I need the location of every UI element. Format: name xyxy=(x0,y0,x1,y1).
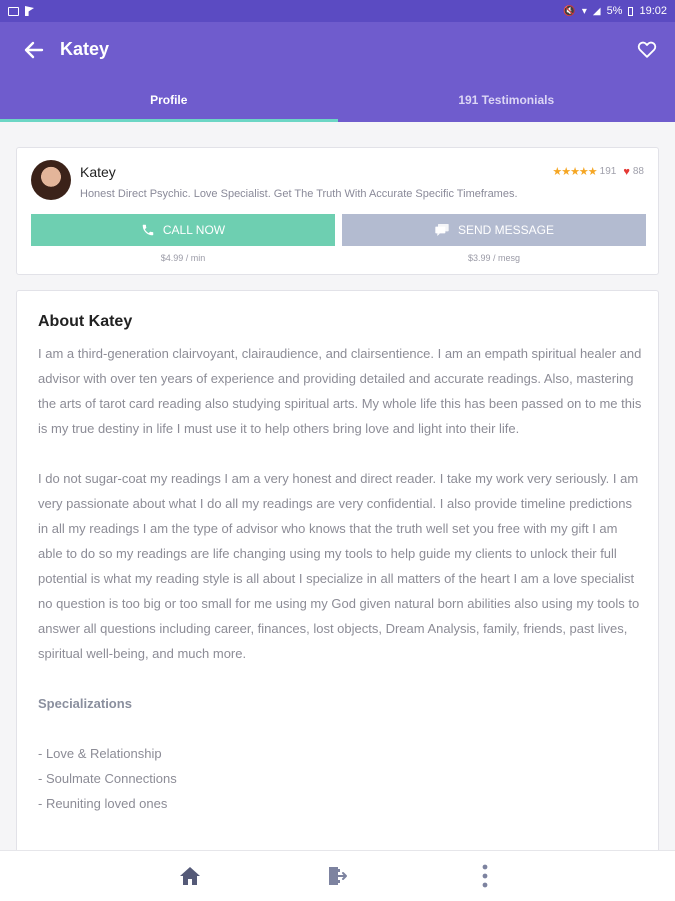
rating: ★★★★★ 191 ♥ 88 xyxy=(552,165,644,178)
about-body: I am a third-generation clairvoyant, cla… xyxy=(38,341,643,816)
specialization-item: - Love & Relationship xyxy=(38,741,643,766)
arrow-left-icon[interactable] xyxy=(22,38,44,62)
status-notifications xyxy=(8,6,34,16)
status-indicators: 🔇 ▾ ◢ 5% 19:02 xyxy=(563,5,667,17)
chat-icon xyxy=(434,223,450,237)
specializations-title: Specializations xyxy=(38,691,643,716)
bottom-nav xyxy=(0,850,675,901)
more-vertical-icon[interactable] xyxy=(478,863,492,889)
battery-level: 5% xyxy=(607,5,623,17)
about-section[interactable]: About Katey I am a third-generation clai… xyxy=(16,290,659,860)
review-count: 191 xyxy=(600,166,617,177)
star-icon: ★★★★★ xyxy=(552,165,596,178)
avatar[interactable] xyxy=(31,160,71,200)
specialization-item: - Soulmate Connections xyxy=(38,766,643,791)
flag-notification-icon xyxy=(25,6,34,16)
app-bar: Katey Profile 191 Testimonials xyxy=(0,22,675,122)
about-title: About Katey xyxy=(38,313,132,331)
battery-icon xyxy=(628,7,633,16)
gallery-notification-icon xyxy=(8,7,19,16)
page-title: Katey xyxy=(60,39,109,60)
message-price: $3.99 / mesg xyxy=(342,253,646,263)
call-now-button[interactable]: CALL NOW xyxy=(31,214,335,246)
advisor-name: Katey xyxy=(80,164,116,180)
call-now-label: CALL NOW xyxy=(163,223,225,237)
heart-filled-icon: ♥ xyxy=(623,166,630,178)
mute-icon: 🔇 xyxy=(563,6,575,17)
favorites-count: 88 xyxy=(633,166,644,177)
exit-door-icon[interactable] xyxy=(326,865,348,887)
send-message-button[interactable]: SEND MESSAGE xyxy=(342,214,646,246)
status-bar: 🔇 ▾ ◢ 5% 19:02 xyxy=(0,0,675,22)
heart-outline-icon[interactable] xyxy=(636,38,658,60)
call-price: $4.99 / min xyxy=(31,253,335,263)
about-paragraph: I am a third-generation clairvoyant, cla… xyxy=(38,341,643,441)
phone-icon xyxy=(141,223,155,237)
wifi-icon: ▾ xyxy=(582,6,587,17)
about-paragraph: I do not sugar-coat my readings I am a v… xyxy=(38,466,643,666)
advisor-tagline: Honest Direct Psychic. Love Specialist. … xyxy=(80,188,518,200)
home-icon[interactable] xyxy=(178,865,202,887)
advisor-card: Katey Honest Direct Psychic. Love Specia… xyxy=(16,147,659,275)
specialization-item: - Reuniting loved ones xyxy=(38,791,643,816)
tab-testimonials[interactable]: 191 Testimonials xyxy=(338,86,675,122)
send-message-label: SEND MESSAGE xyxy=(458,223,554,237)
tab-bar: Profile 191 Testimonials xyxy=(0,86,675,122)
clock: 19:02 xyxy=(639,5,667,17)
tab-profile[interactable]: Profile xyxy=(0,86,338,122)
signal-icon: ◢ xyxy=(593,6,601,17)
